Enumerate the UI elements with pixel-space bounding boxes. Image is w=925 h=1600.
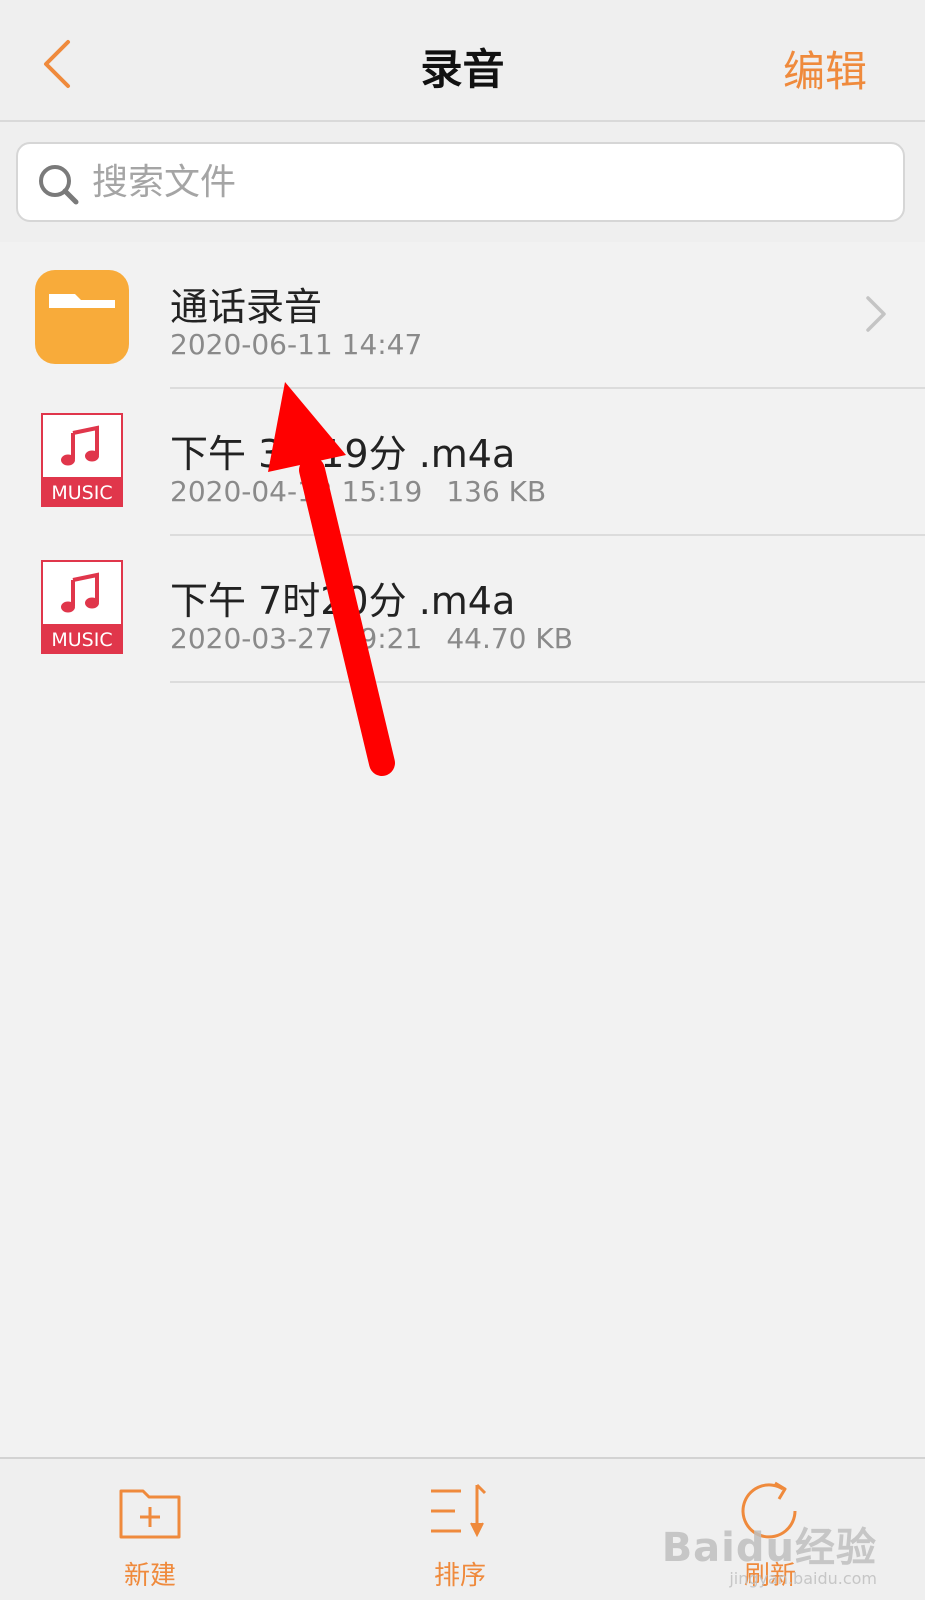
- file-size: 44.70 KB: [446, 622, 573, 655]
- list-item-folder[interactable]: 通话录音 2020-06-11 14:47: [0, 242, 925, 389]
- sort-button[interactable]: 排序: [400, 1479, 520, 1591]
- search-icon: [39, 165, 79, 205]
- music-file-icon: MUSIC: [41, 560, 123, 654]
- chevron-right-icon: [866, 296, 886, 332]
- file-name: 下午 7时20分 .m4a: [170, 579, 516, 623]
- list-item-audio[interactable]: MUSIC 下午 7时20分 .m4a 2020-03-27 19:21 44.7…: [0, 536, 925, 683]
- search-field[interactable]: [16, 142, 905, 222]
- refresh-button[interactable]: 刷新: [710, 1479, 830, 1591]
- sort-label: 排序: [433, 1561, 486, 1591]
- music-file-icon: MUSIC: [41, 413, 123, 507]
- file-meta: 2020-03-27 19:21 44.70 KB: [170, 622, 573, 655]
- file-name: 下午 3时19分 .m4a: [170, 432, 516, 476]
- list-item-audio[interactable]: MUSIC 下午 3时19分 .m4a 2020-04-12 15:19 136 …: [0, 389, 925, 536]
- new-folder-icon: [119, 1489, 181, 1539]
- bottom-toolbar: 新建 排序 刷新 Baidu经验 jingyan.baidu.com: [0, 1457, 925, 1600]
- search-input[interactable]: [92, 156, 872, 208]
- sort-icon: [431, 1483, 487, 1538]
- music-icon-label: MUSIC: [51, 629, 112, 651]
- file-name: 通话录音: [170, 285, 323, 329]
- refresh-icon: [741, 1481, 797, 1539]
- edit-button[interactable]: 编辑: [783, 38, 867, 99]
- file-date: 2020-06-11 14:47: [170, 328, 423, 361]
- file-date: 2020-03-27 19:21: [170, 622, 423, 655]
- file-date: 2020-04-12 15:19: [170, 475, 423, 508]
- file-meta: 2020-04-12 15:19 136 KB: [170, 475, 546, 508]
- new-label: 新建: [123, 1561, 176, 1591]
- search-bar-container: [0, 122, 925, 242]
- new-folder-button[interactable]: 新建: [90, 1479, 210, 1591]
- row-divider: [170, 681, 925, 683]
- music-icon-label: MUSIC: [51, 482, 112, 504]
- file-size: 136 KB: [446, 475, 547, 508]
- folder-icon: [35, 270, 129, 364]
- refresh-label: 刷新: [743, 1561, 796, 1591]
- file-list: 通话录音 2020-06-11 14:47 MUSIC 下午 3时19分 .m4…: [0, 242, 925, 683]
- navigation-bar: 录音 编辑: [0, 0, 925, 122]
- file-meta: 2020-06-11 14:47: [170, 328, 422, 361]
